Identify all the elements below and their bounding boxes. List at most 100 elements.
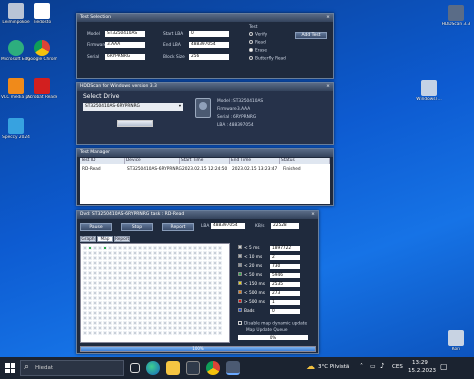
window-title: Test Selection (77, 14, 333, 22)
map-block (83, 321, 87, 325)
test-radio-read[interactable]: Read (249, 40, 266, 46)
map-block (183, 321, 187, 325)
desktop-icon[interactable]: WindowsT... (414, 80, 444, 102)
task-view-icon[interactable] (130, 363, 140, 373)
drive-select[interactable]: ST3250410AS-6RYPRNRG ▾ (83, 103, 183, 111)
block-size-field[interactable]: 256 (189, 54, 229, 60)
test-radio-erase[interactable]: Erase (249, 48, 267, 54)
map-block (128, 256, 132, 260)
map-block (183, 266, 187, 270)
stop-button[interactable]: Stop (121, 223, 153, 231)
col-device[interactable]: Device (125, 158, 180, 164)
file-explorer-icon[interactable] (166, 361, 180, 375)
map-block (133, 281, 137, 285)
legend-swatch (238, 254, 242, 258)
map-block (163, 306, 167, 310)
start-lba-field[interactable]: 0 (189, 31, 229, 37)
test-manager-window[interactable]: Test Manager Test ID Device Start Time E… (76, 148, 334, 206)
map-block (128, 306, 132, 310)
desktop-icon[interactable]: Google Chrome (27, 40, 57, 62)
map-block (98, 306, 102, 310)
close-icon[interactable]: × (324, 15, 332, 21)
tab-graph[interactable]: Graph (80, 236, 96, 242)
hddscan-window[interactable]: HDDScan for Windows version 3.3 × Select… (76, 82, 334, 145)
close-icon[interactable]: × (309, 212, 317, 218)
map-block (113, 246, 117, 250)
col-status[interactable]: Status (280, 158, 330, 164)
scan-button[interactable] (117, 120, 153, 127)
map-block (153, 251, 157, 255)
hddscan-taskbar-icon[interactable] (226, 361, 240, 375)
map-block (138, 321, 142, 325)
desktop-icon[interactable]: Speccy 2024 (1, 118, 31, 140)
map-block (98, 321, 102, 325)
chevron-up-icon[interactable]: ˄ (360, 363, 363, 370)
map-block (138, 316, 142, 320)
map-block (113, 281, 117, 285)
disable-map-checkbox[interactable]: Disable map dynamic update (238, 321, 307, 327)
tab-map[interactable]: Map (97, 236, 113, 242)
firmware-field[interactable]: 3.AAA (105, 42, 145, 48)
serial-field[interactable]: 6RYPRNRG (105, 54, 145, 60)
map-block (153, 256, 157, 260)
map-block (98, 286, 102, 290)
col-start-time[interactable]: Start Time (180, 158, 230, 164)
language-indicator[interactable]: CES (392, 364, 403, 370)
report-button[interactable]: Report (162, 223, 194, 231)
test-radio-verify[interactable]: Verify (249, 32, 267, 38)
weather-text[interactable]: 3°C Pilvistä (318, 364, 349, 370)
map-block (178, 266, 182, 270)
recycle-bin-icon (448, 330, 464, 346)
network-icon[interactable]: ▭ (370, 363, 376, 370)
chrome-taskbar-icon[interactable] (206, 361, 220, 375)
desktop-icon[interactable]: HDDScan 3.3 (441, 5, 471, 27)
edge-taskbar-icon[interactable] (146, 361, 160, 375)
map-block (158, 321, 162, 325)
col-end-time[interactable]: End Time (230, 158, 280, 164)
clock-time[interactable]: 13:29 (412, 360, 428, 366)
legend-count: 1 (270, 299, 300, 305)
map-block (83, 301, 87, 305)
volume-icon[interactable]: ♪ (380, 362, 384, 370)
map-block (143, 286, 147, 290)
test-radio-butterfly-read[interactable]: Butterfly Read (249, 56, 286, 62)
map-block (178, 271, 182, 275)
map-block (108, 326, 112, 330)
desktop-icon[interactable]: Acrobat Reader DC (27, 78, 57, 100)
map-block (103, 286, 107, 290)
map-block (103, 276, 107, 280)
map-block (98, 291, 102, 295)
store-icon[interactable] (186, 361, 200, 375)
model-field[interactable]: ST3250410AS (105, 31, 145, 37)
col-test-id[interactable]: Test ID (80, 158, 125, 164)
close-icon[interactable]: × (324, 84, 332, 90)
map-block (103, 251, 107, 255)
map-block (123, 316, 127, 320)
windows-start-icon[interactable] (5, 363, 15, 373)
map-block (203, 251, 207, 255)
desktop-icon[interactable]: Kori (441, 330, 471, 352)
map-block (108, 316, 112, 320)
start-lba-label: Start LBA (163, 32, 184, 37)
search-box[interactable]: ⌕ Hiedat (20, 360, 124, 376)
test-selection-window[interactable]: Test Selection × Model ST3250410AS Firmw… (76, 13, 334, 79)
test-window[interactable]: Dvd: ST3250410AS-6RYPRNRG task : RD-Read… (76, 210, 319, 354)
notification-icon[interactable]: ▢ (440, 362, 448, 371)
map-block (163, 296, 167, 300)
weather-icon[interactable]: ☁ (306, 362, 315, 372)
map-block (113, 276, 117, 280)
map-block (173, 306, 177, 310)
lba-label: LBA (201, 224, 210, 229)
clock-date[interactable]: 15.2.2023 (408, 368, 436, 374)
add-test-button[interactable]: Add Test (295, 32, 327, 39)
map-block (103, 311, 107, 315)
tab-report[interactable]: Report (114, 236, 130, 242)
map-block (93, 256, 97, 260)
map-block (198, 261, 202, 265)
end-lba-field[interactable]: 488397054 (189, 42, 229, 48)
desktop-icon[interactable]: Tiedosto (27, 3, 57, 25)
pause-button[interactable]: Pause (80, 223, 112, 231)
map-block (148, 296, 152, 300)
legend-label: < 150 ms (244, 281, 265, 287)
map-block (108, 271, 112, 275)
